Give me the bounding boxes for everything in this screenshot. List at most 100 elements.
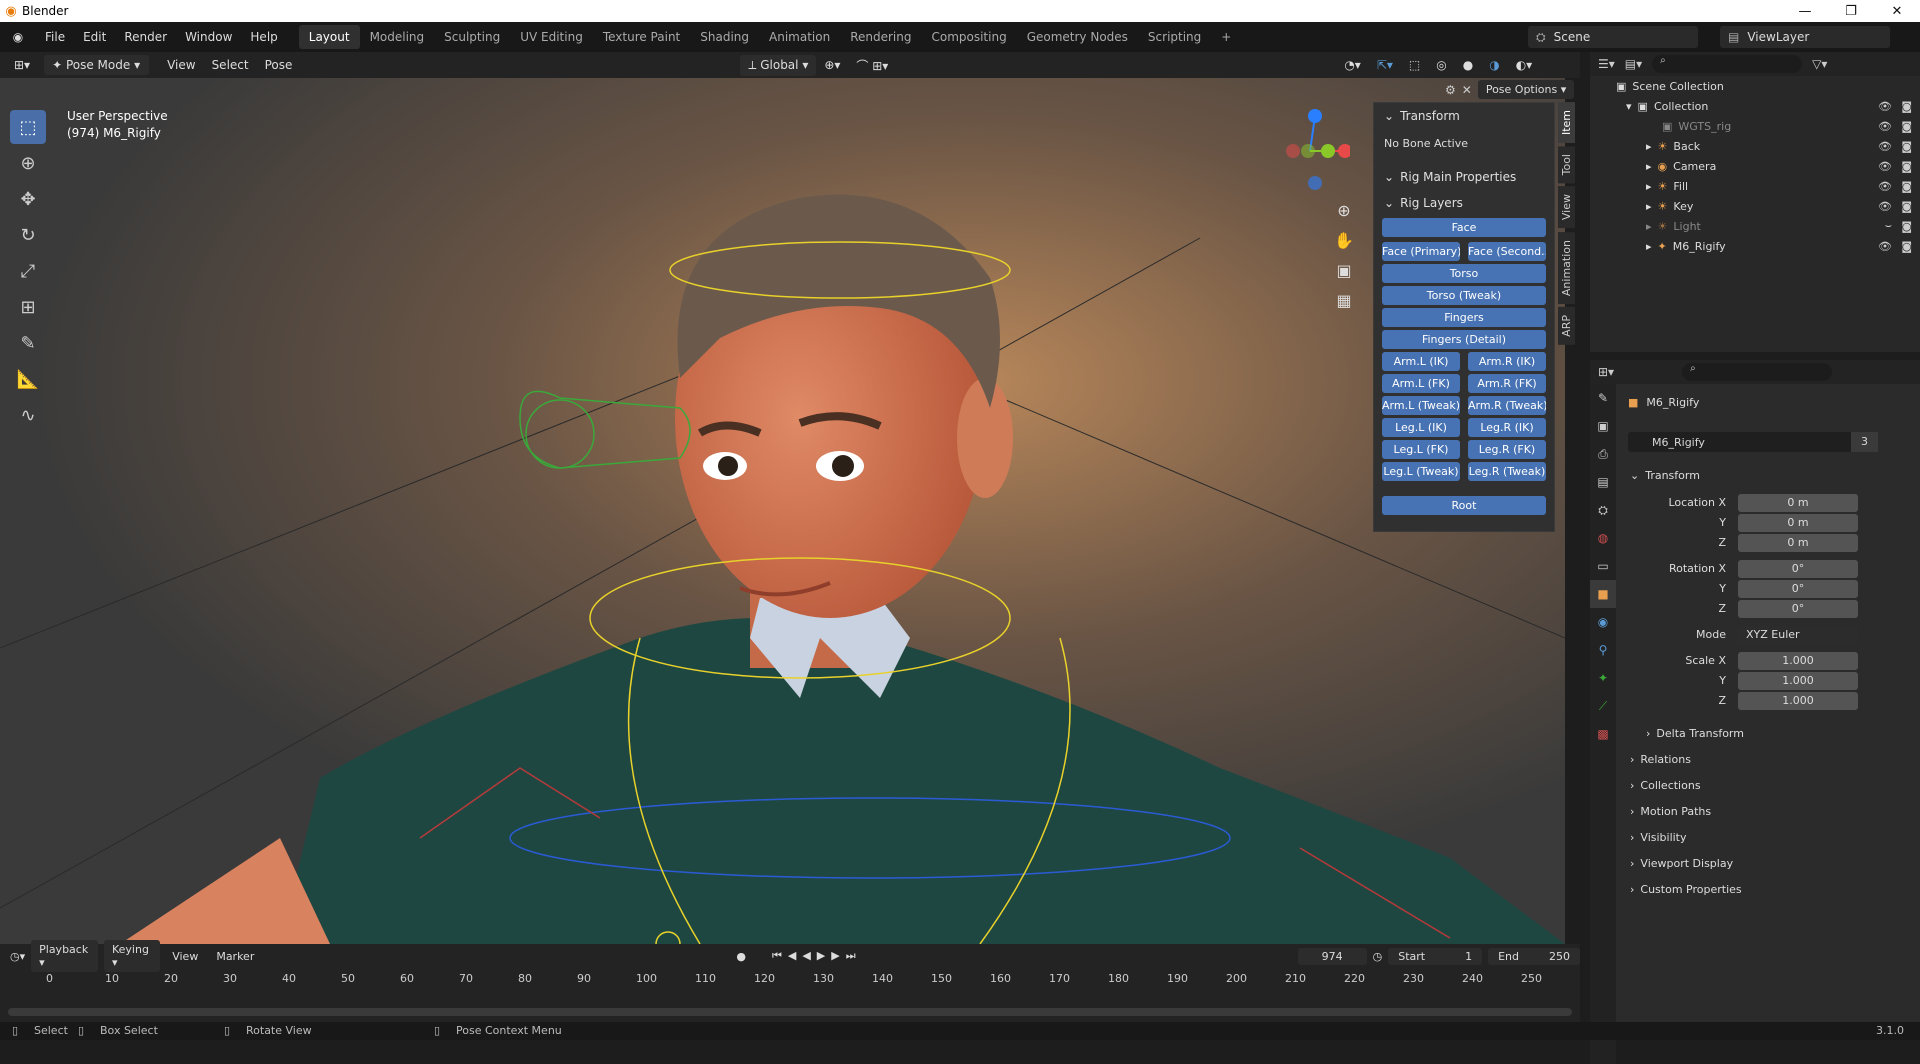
rig-layer-fingers-detail[interactable]: Fingers (Detail): [1382, 330, 1546, 349]
render-icon[interactable]: ◙: [1901, 100, 1912, 113]
rig-layer-face-primary[interactable]: Face (Primary): [1382, 242, 1460, 261]
eye-icon[interactable]: 👁: [1878, 160, 1892, 173]
add-workspace-button[interactable]: +: [1211, 25, 1241, 49]
scale-x-field[interactable]: 1.000: [1738, 652, 1858, 670]
eye-hidden-icon[interactable]: ⌣: [1885, 219, 1892, 233]
rotation-y-field[interactable]: 0°: [1738, 580, 1858, 598]
preview-range-icon[interactable]: ◷: [1373, 950, 1383, 963]
eye-icon[interactable]: 👁: [1878, 140, 1892, 153]
collections-section[interactable]: › Collections: [1630, 774, 1920, 796]
record-icon[interactable]: ●: [736, 950, 746, 963]
eye-icon[interactable]: 👁: [1878, 180, 1892, 193]
tab-view[interactable]: View: [1558, 186, 1575, 229]
rig-layer-leg-r-ik[interactable]: Leg.R (IK): [1468, 418, 1546, 437]
eye-icon[interactable]: 👁: [1878, 200, 1892, 213]
tab-arp[interactable]: ARP: [1558, 306, 1575, 345]
tab-compositing[interactable]: Compositing: [921, 25, 1016, 49]
pivot-icon[interactable]: ⊕▾: [816, 55, 848, 75]
rotation-mode-dropdown[interactable]: XYZ Euler: [1738, 626, 1858, 644]
outliner-search-input[interactable]: ⌕: [1652, 55, 1803, 73]
outliner-filter-icon[interactable]: ▤▾: [1625, 57, 1642, 71]
location-z-field[interactable]: 0 m: [1738, 534, 1858, 552]
rotation-x-field[interactable]: 0°: [1738, 560, 1858, 578]
scale-tool-icon[interactable]: ⤢: [10, 254, 46, 288]
tab-geometry-nodes[interactable]: Geometry Nodes: [1017, 25, 1138, 49]
pose-options-dropdown[interactable]: Pose Options ▾: [1477, 80, 1575, 99]
eye-icon[interactable]: 👁: [1878, 120, 1892, 133]
datablock-field[interactable]: M6_Rigify 3: [1628, 432, 1878, 452]
pose-options-icon[interactable]: ⚙: [1445, 83, 1456, 97]
rig-layer-leg-l-tweak[interactable]: Leg.L (Tweak): [1382, 462, 1460, 481]
tab-rendering[interactable]: Rendering: [840, 25, 921, 49]
rig-layer-arm-r-fk[interactable]: Arm.R (FK): [1468, 374, 1546, 393]
orientation-dropdown[interactable]: ⟂ Global ▾: [740, 54, 817, 76]
timeline-view-menu[interactable]: View: [166, 950, 204, 963]
view-layer-tab-icon[interactable]: ▤: [1590, 468, 1616, 496]
eye-icon[interactable]: 👁: [1878, 100, 1892, 113]
outliner-item-m6-rigify[interactable]: ▸ ✦ M6_Rigify 👁 ◙: [1590, 236, 1920, 256]
start-frame-field[interactable]: Start 1: [1388, 947, 1483, 965]
render-icon[interactable]: ◙: [1901, 180, 1912, 193]
annotate-tool-icon[interactable]: ✎: [10, 326, 46, 360]
eye-icon[interactable]: 👁: [1878, 240, 1892, 253]
grid-icon[interactable]: ▦: [1332, 286, 1356, 316]
menu-view[interactable]: View: [159, 55, 203, 75]
outliner-item-key[interactable]: ▸ ☀ Key 👁 ◙: [1590, 196, 1920, 216]
render-icon[interactable]: ◙: [1901, 220, 1912, 233]
menu-edit[interactable]: Edit: [74, 30, 115, 44]
outliner-item-light[interactable]: ▸ ☀ Light ⌣ ◙: [1590, 216, 1920, 236]
shading-render-icon[interactable]: ◐▾: [1508, 55, 1541, 75]
render-icon[interactable]: ◙: [1901, 140, 1912, 153]
rig-layer-root[interactable]: Root: [1382, 496, 1546, 515]
rig-layer-arm-r-tweak[interactable]: Arm.R (Tweak): [1468, 396, 1546, 415]
menu-file[interactable]: File: [36, 30, 74, 44]
location-x-field[interactable]: 0 m: [1738, 494, 1858, 512]
tab-animation[interactable]: Animation: [759, 25, 840, 49]
output-tab-icon[interactable]: ⎙: [1590, 440, 1616, 468]
tab-item[interactable]: Item: [1558, 102, 1575, 144]
tab-layout[interactable]: Layout: [298, 25, 360, 49]
tab-animation-side[interactable]: Animation: [1558, 231, 1575, 304]
motion-paths-section[interactable]: › Motion Paths: [1630, 800, 1920, 822]
navigation-gizmo[interactable]: [1270, 108, 1350, 198]
outliner-item-fill[interactable]: ▸ ☀ Fill 👁 ◙: [1590, 176, 1920, 196]
rig-main-header[interactable]: ⌄ Rig Main Properties: [1374, 164, 1554, 190]
camera-icon[interactable]: ▣: [1332, 256, 1356, 286]
outliner-item-back[interactable]: ▸ ☀ Back 👁 ◙: [1590, 136, 1920, 156]
move-tool-icon[interactable]: ✥: [10, 182, 46, 216]
location-y-field[interactable]: 0 m: [1738, 514, 1858, 532]
tool-tab-icon[interactable]: ✎: [1590, 384, 1616, 412]
rig-layers-header[interactable]: ⌄ Rig Layers: [1374, 190, 1554, 216]
relations-section[interactable]: › Relations: [1630, 748, 1920, 770]
render-icon[interactable]: ◙: [1901, 200, 1912, 213]
rig-layer-arm-l-fk[interactable]: Arm.L (FK): [1382, 374, 1460, 393]
snap-icon[interactable]: ⌒ ⊞▾: [848, 54, 896, 77]
menu-pose[interactable]: Pose: [257, 55, 301, 75]
visibility-section[interactable]: › Visibility: [1630, 826, 1920, 848]
transform-section-header[interactable]: ⌄ Transform: [1374, 103, 1554, 129]
rig-layer-arm-l-tweak[interactable]: Arm.L (Tweak): [1382, 396, 1460, 415]
rig-layer-leg-r-tweak[interactable]: Leg.R (Tweak): [1468, 462, 1546, 481]
tab-shading[interactable]: Shading: [690, 25, 759, 49]
close-button[interactable]: ✕: [1874, 0, 1920, 22]
timeline-ruler[interactable]: 0 10 20 30 40 50 60 70 80 90 100 110 120 130 140 150 160…: [0, 968, 1580, 992]
transform-tool-icon[interactable]: ⊞: [10, 290, 46, 324]
rig-layer-face-secondary[interactable]: Face (Second...: [1468, 242, 1546, 261]
rig-layer-face[interactable]: Face: [1382, 218, 1546, 237]
rotate-tool-icon[interactable]: ↻: [10, 218, 46, 252]
end-frame-field[interactable]: End 250: [1488, 947, 1580, 965]
menu-window[interactable]: Window: [176, 30, 241, 44]
menu-select[interactable]: Select: [204, 55, 257, 75]
xray-icon[interactable]: ⬚: [1401, 55, 1428, 75]
outliner-display-icon[interactable]: ☰▾: [1598, 57, 1615, 71]
scale-z-field[interactable]: 1.000: [1738, 692, 1858, 710]
rig-layer-leg-r-fk[interactable]: Leg.R (FK): [1468, 440, 1546, 459]
minimize-button[interactable]: —: [1782, 0, 1828, 22]
menu-help[interactable]: Help: [241, 30, 286, 44]
editor-type-icon[interactable]: ⊞▾: [6, 55, 38, 75]
rig-layer-arm-r-ik[interactable]: Arm.R (IK): [1468, 352, 1546, 371]
tab-scripting[interactable]: Scripting: [1138, 25, 1211, 49]
scene-selector[interactable]: ⛭ Scene: [1528, 26, 1698, 48]
rig-layer-torso-tweak[interactable]: Torso (Tweak): [1382, 286, 1546, 305]
timeline-scrollbar[interactable]: [8, 1008, 1572, 1016]
